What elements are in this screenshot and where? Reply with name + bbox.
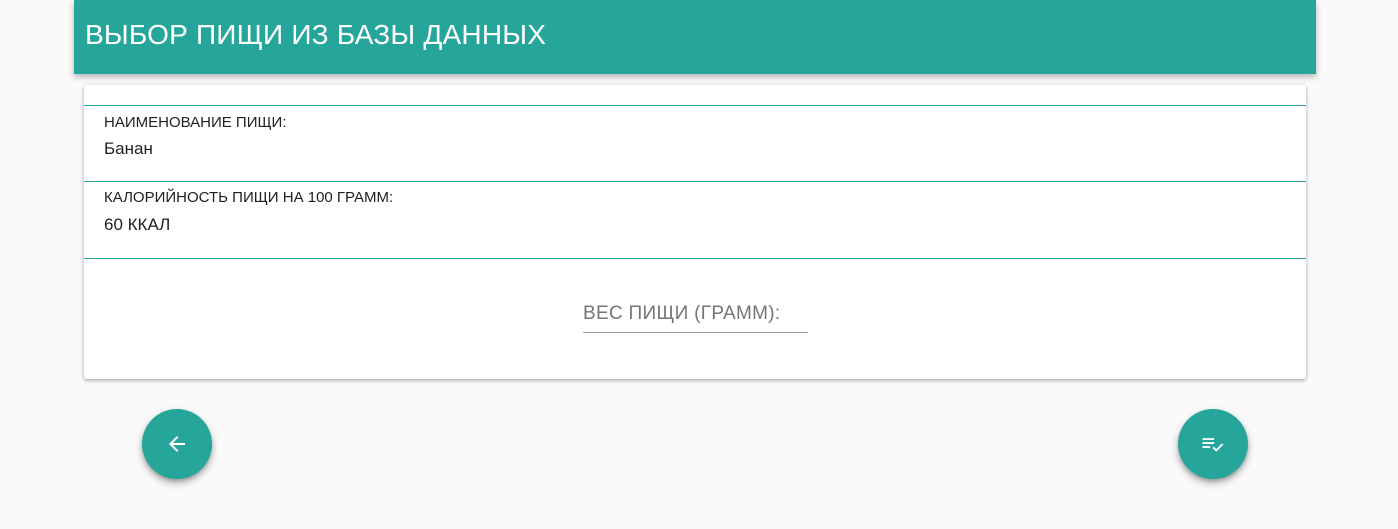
food-name-value: Банан: [104, 139, 153, 158]
arrow-left-icon: [169, 436, 185, 452]
divider: [84, 105, 1306, 106]
confirm-button[interactable]: [1178, 409, 1248, 479]
app-header: ВЫБОР ПИЩИ ИЗ БАЗЫ ДАННЫХ: [74, 0, 1316, 74]
page-title: ВЫБОР ПИЩИ ИЗ БАЗЫ ДАННЫХ: [85, 19, 547, 50]
playlist-check-icon: [1202, 438, 1224, 452]
back-button[interactable]: [142, 409, 212, 479]
food-details-card: НАИМЕНОВАНИЕ ПИЩИ: Банан КАЛОРИЙНОСТЬ ПИ…: [84, 85, 1306, 379]
calories-value: 60 ККАЛ: [104, 215, 171, 234]
calories-label: КАЛОРИЙНОСТЬ ПИЩИ НА 100 ГРАММ:: [104, 189, 394, 206]
divider: [84, 181, 1306, 182]
food-name-label: НАИМЕНОВАНИЕ ПИЩИ:: [104, 114, 287, 131]
divider: [84, 258, 1306, 259]
weight-input[interactable]: [583, 295, 808, 333]
